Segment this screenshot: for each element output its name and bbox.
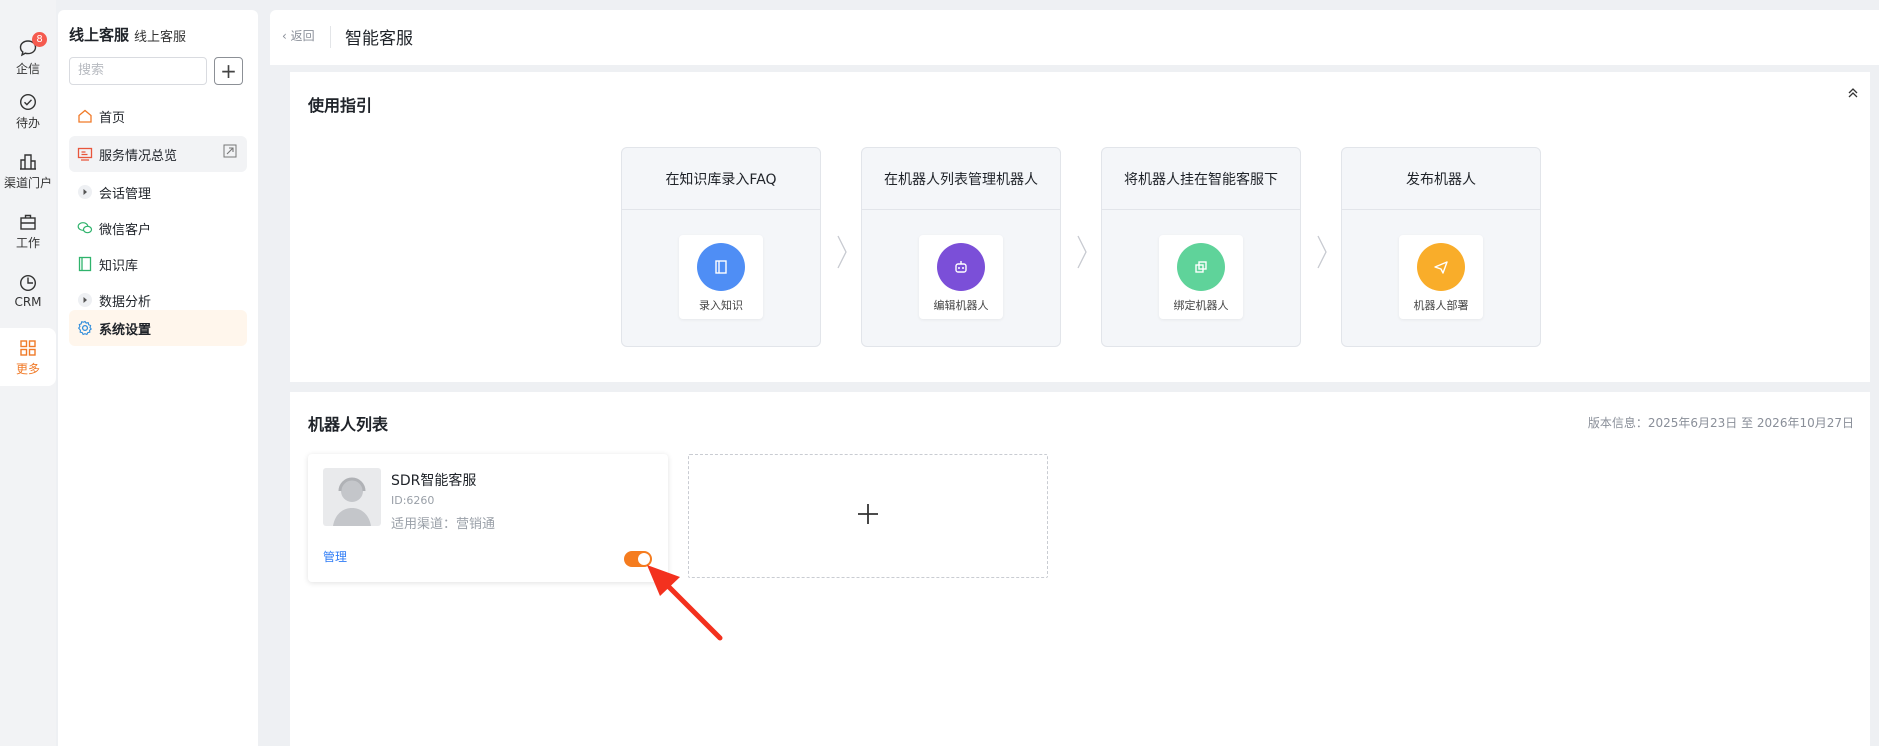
section-title: 机器人列表 xyxy=(308,415,389,434)
rail-label: 渠道门户 xyxy=(3,175,52,190)
chevron-right-icon xyxy=(1075,232,1089,272)
gear-icon xyxy=(77,320,93,336)
sidebar-item-wechat-customers[interactable]: 微信客户 xyxy=(69,212,247,244)
sidebar-item-label: 首页 xyxy=(99,110,126,126)
manage-link[interactable]: 管理 xyxy=(323,548,347,565)
robot-name: SDR智能客服 xyxy=(391,473,477,489)
enter-knowledge-button[interactable]: 录入知识 xyxy=(679,235,763,319)
rail-item-work[interactable]: 工作 xyxy=(0,202,56,260)
guide-step: 在知识库录入FAQ 录入知识 xyxy=(621,147,821,347)
rail-item-todo[interactable]: 待办 xyxy=(0,82,56,140)
wechat-icon xyxy=(77,220,93,236)
step-title: 在知识库录入FAQ xyxy=(622,148,820,210)
home-icon xyxy=(77,108,93,124)
book-icon xyxy=(697,243,745,291)
search-input[interactable]: 搜索 xyxy=(69,57,207,85)
step-action-label: 机器人部署 xyxy=(1413,299,1469,312)
usage-guide-card: 使用指引 在知识库录入FAQ 录入知识 在机器人列表管理机器人 编辑机器人 将机… xyxy=(290,72,1870,382)
monitor-icon xyxy=(77,146,93,162)
sidebar-item-system-settings[interactable]: 系统设置 xyxy=(69,310,247,346)
sidebar-item-label: 服务情况总览 xyxy=(99,148,178,164)
chevron-right-icon xyxy=(835,232,849,272)
step-title: 在机器人列表管理机器人 xyxy=(862,148,1060,210)
step-action-label: 编辑机器人 xyxy=(933,299,989,312)
chevron-left-icon: ‹ xyxy=(282,29,291,43)
page-header: ‹ 返回 智能客服 xyxy=(270,10,1879,65)
building-icon xyxy=(18,152,38,172)
robot-channel: 适用渠道：营销通 xyxy=(391,517,496,532)
sidebar: 线上客服 线上客服 搜索 + 首页 服务情况总览 会话管理 微信客户 知识库 数… xyxy=(58,10,258,746)
book-icon xyxy=(77,256,93,272)
guide-step: 将机器人挂在智能客服下 绑定机器人 xyxy=(1101,147,1301,347)
sidebar-item-label: 知识库 xyxy=(99,258,139,274)
rail-label: 待办 xyxy=(15,115,40,130)
section-title: 使用指引 xyxy=(308,96,373,115)
back-button[interactable]: ‹ 返回 xyxy=(282,27,315,44)
app-rail: 8 企信 待办 渠道门户 工作 CRM 更多 xyxy=(0,0,56,746)
robot-card[interactable]: SDR智能客服 ID:6260 适用渠道：营销通 管理 xyxy=(308,454,668,582)
sidebar-title: 线上客服 xyxy=(69,26,130,44)
rail-item-channel-portal[interactable]: 渠道门户 xyxy=(0,142,56,200)
guide-step: 在机器人列表管理机器人 编辑机器人 xyxy=(861,147,1061,347)
unread-badge: 8 xyxy=(32,31,47,47)
external-link-icon[interactable] xyxy=(223,144,237,162)
deploy-robot-button[interactable]: 机器人部署 xyxy=(1399,235,1483,319)
add-button[interactable]: + xyxy=(214,57,243,85)
check-circle-icon xyxy=(18,92,38,112)
robot-list-card: 机器人列表 版本信息：2025年6月23日 至 2026年10月27日 SDR智… xyxy=(290,392,1870,746)
sidebar-item-session-management[interactable]: 会话管理 xyxy=(69,176,247,208)
add-robot-button[interactable] xyxy=(688,454,1048,578)
chat-bubble-icon: 8 xyxy=(18,31,47,58)
rail-label: CRM xyxy=(14,295,42,309)
rail-item-more[interactable]: 更多 xyxy=(0,328,56,386)
robot-id: ID:6260 xyxy=(391,494,435,507)
caret-right-icon xyxy=(77,292,93,308)
sidebar-item-label: 系统设置 xyxy=(99,322,152,338)
sidebar-item-label: 会话管理 xyxy=(99,186,152,202)
edit-robot-button[interactable]: 编辑机器人 xyxy=(919,235,1003,319)
send-icon xyxy=(1417,243,1465,291)
annotation-arrow-icon xyxy=(647,565,723,641)
robot-icon xyxy=(937,243,985,291)
pie-clock-icon xyxy=(18,273,38,293)
guide-step: 发布机器人 机器人部署 xyxy=(1341,147,1541,347)
rail-label: 工作 xyxy=(15,235,40,250)
rail-item-crm[interactable]: CRM xyxy=(0,262,56,320)
step-action-label: 录入知识 xyxy=(699,299,743,312)
sidebar-item-label: 微信客户 xyxy=(99,222,152,238)
caret-right-icon xyxy=(77,184,93,200)
plus-icon xyxy=(856,502,880,530)
step-title: 将机器人挂在智能客服下 xyxy=(1102,148,1300,210)
robot-avatar xyxy=(323,468,381,526)
sidebar-item-label: 数据分析 xyxy=(99,294,152,310)
rail-item-qixin[interactable]: 8 企信 xyxy=(0,28,56,86)
grid-icon xyxy=(18,338,38,358)
collapse-icon[interactable] xyxy=(1846,86,1860,104)
page-title: 智能客服 xyxy=(345,29,413,49)
link-icon xyxy=(1177,243,1225,291)
sidebar-item-service-overview[interactable]: 服务情况总览 xyxy=(69,136,247,172)
sidebar-item-knowledge-base[interactable]: 知识库 xyxy=(69,248,247,280)
sidebar-subtitle: 线上客服 xyxy=(134,30,187,45)
divider xyxy=(330,26,331,48)
step-title: 发布机器人 xyxy=(1342,148,1540,210)
version-info: 版本信息：2025年6月23日 至 2026年10月27日 xyxy=(1587,416,1854,430)
sidebar-item-home[interactable]: 首页 xyxy=(69,100,247,132)
briefcase-icon xyxy=(18,212,38,232)
rail-label: 企信 xyxy=(15,61,40,76)
rail-label: 更多 xyxy=(15,361,40,376)
chevron-right-icon xyxy=(1315,232,1329,272)
bind-robot-button[interactable]: 绑定机器人 xyxy=(1159,235,1243,319)
step-action-label: 绑定机器人 xyxy=(1173,299,1229,312)
